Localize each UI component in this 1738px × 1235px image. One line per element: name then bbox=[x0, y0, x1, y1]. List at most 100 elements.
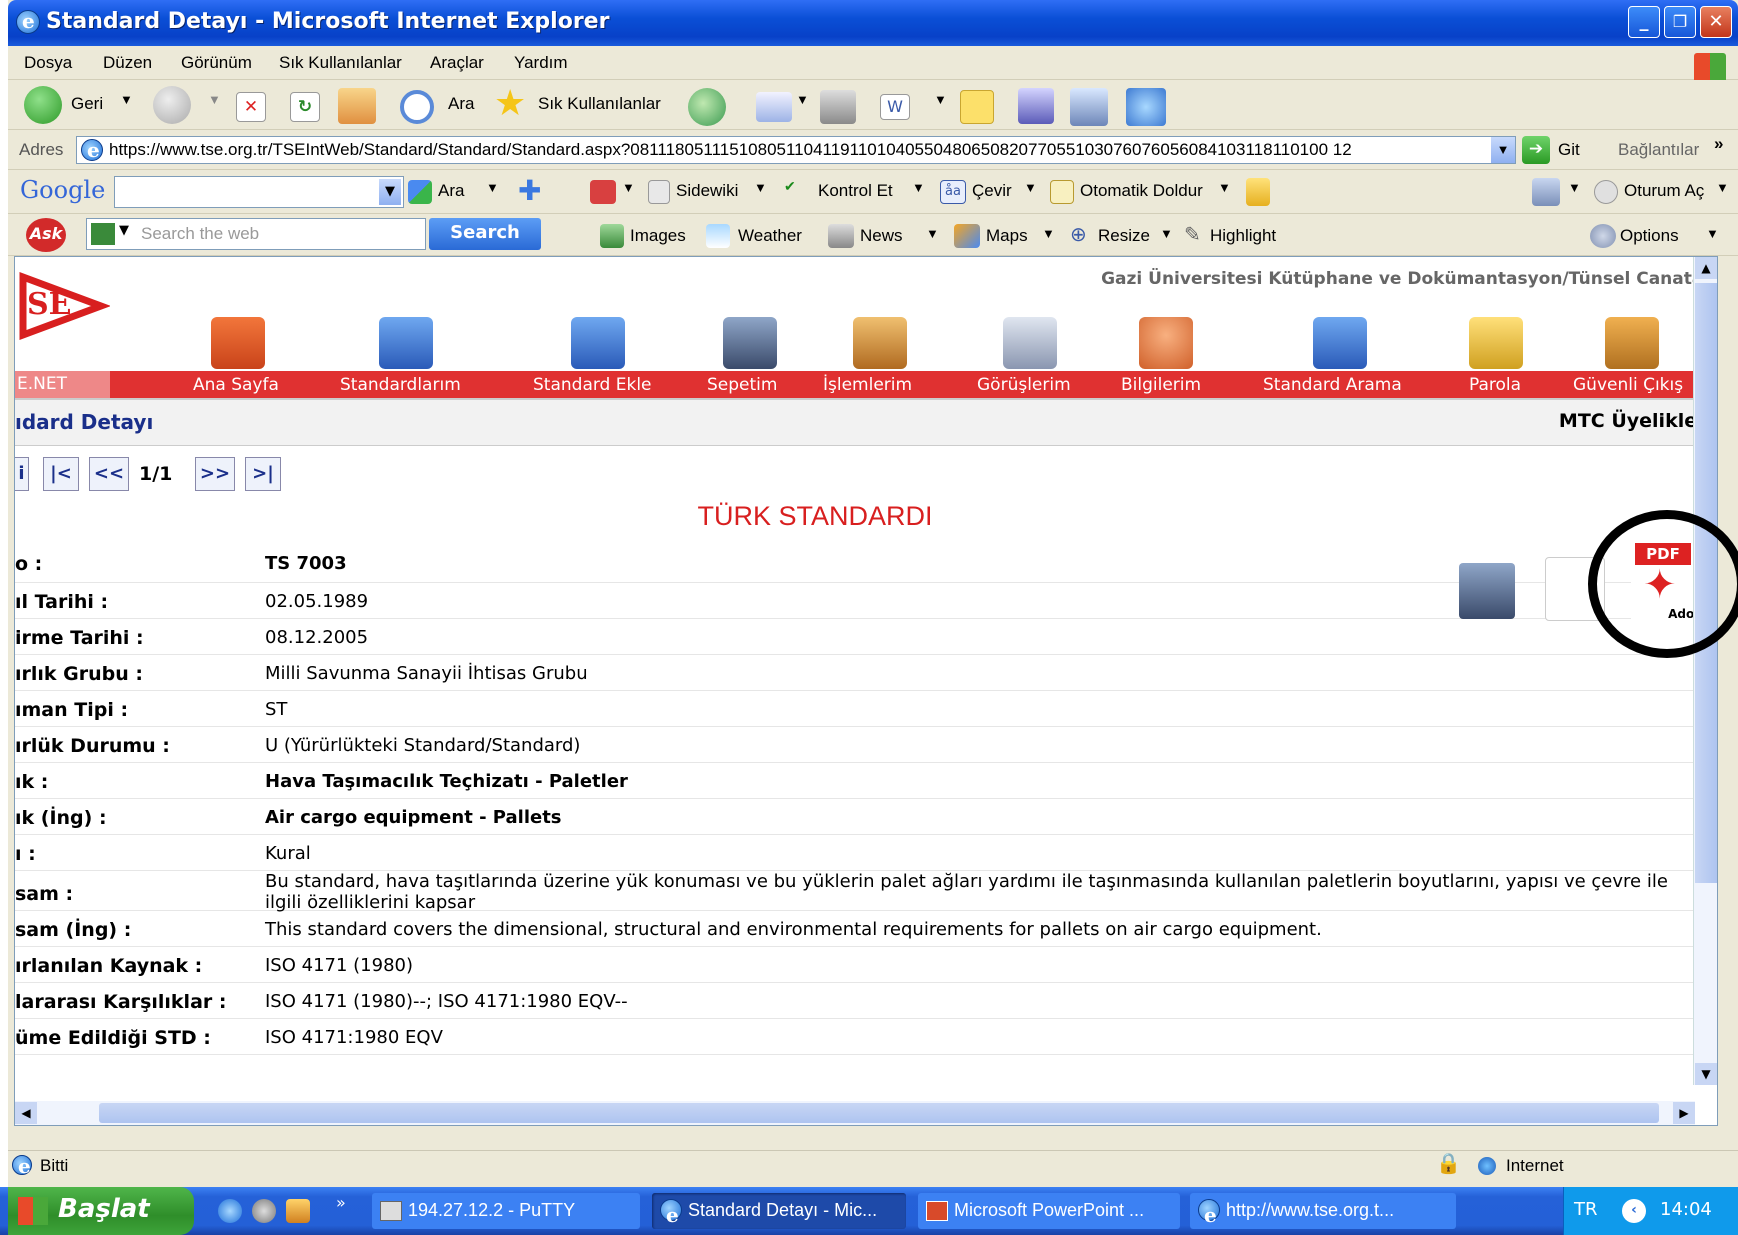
ask-engine-dropdown-icon[interactable]: ▼ bbox=[119, 223, 129, 238]
links-label[interactable]: Bağlantılar bbox=[1618, 140, 1699, 160]
print-icon[interactable] bbox=[820, 90, 856, 124]
news-label[interactable]: News bbox=[860, 226, 903, 246]
horizontal-scrollbar[interactable]: ◀ ▶ bbox=[15, 1101, 1695, 1125]
autofill-label[interactable]: Otomatik Doldur bbox=[1080, 181, 1203, 201]
translate-icon[interactable]: åa bbox=[940, 180, 966, 204]
vertical-scrollbar[interactable]: ▲ ▼ bbox=[1693, 257, 1717, 1085]
discuss-icon[interactable] bbox=[960, 90, 994, 124]
refresh-icon[interactable]: ↻ bbox=[290, 92, 320, 122]
wrench-icon[interactable] bbox=[1532, 178, 1560, 206]
pager-next[interactable]: >> bbox=[195, 457, 235, 491]
tray-expand-icon[interactable]: ‹ bbox=[1622, 1199, 1646, 1223]
nav-my-standards[interactable]: Standardlarım bbox=[340, 375, 461, 395]
resize-icon[interactable]: ⊕ bbox=[1070, 222, 1087, 247]
images-label[interactable]: Images bbox=[630, 226, 686, 246]
pager-prev[interactable]: << bbox=[89, 457, 129, 491]
google-search-input[interactable]: ▼ bbox=[114, 176, 404, 208]
research-icon[interactable] bbox=[1070, 88, 1108, 126]
quicklaunch-ie-icon[interactable] bbox=[218, 1199, 242, 1223]
nav-home[interactable]: Ana Sayfa bbox=[193, 375, 279, 395]
scroll-right-icon[interactable]: ▶ bbox=[1673, 1102, 1695, 1124]
add-to-cart-icon[interactable] bbox=[1459, 563, 1515, 619]
menu-view[interactable]: Görünüm bbox=[181, 53, 252, 73]
go-button[interactable]: Git bbox=[1558, 140, 1580, 160]
sidewiki-icon[interactable] bbox=[648, 180, 670, 204]
task-putty[interactable]: 194.27.12.2 - PuTTY bbox=[372, 1193, 640, 1229]
cart-icon[interactable] bbox=[723, 317, 777, 369]
menu-help[interactable]: Yardım bbox=[514, 53, 568, 73]
task-powerpoint[interactable]: Microsoft PowerPoint ... bbox=[918, 1193, 1180, 1229]
quicklaunch-app-icon[interactable] bbox=[286, 1199, 310, 1223]
back-dropdown-icon[interactable]: ▼ bbox=[120, 92, 133, 107]
word-edit-icon[interactable]: W bbox=[880, 94, 910, 120]
translate-dropdown-icon[interactable]: ▼ bbox=[1024, 180, 1037, 195]
menu-favorites[interactable]: Sık Kullanılanlar bbox=[279, 53, 402, 73]
nav-secure-logout[interactable]: Güvenli Çıkış bbox=[1573, 375, 1683, 395]
maps-icon[interactable] bbox=[954, 224, 980, 248]
home-icon[interactable] bbox=[338, 88, 376, 124]
close-button[interactable]: ✕ bbox=[1700, 6, 1732, 38]
history-icon[interactable] bbox=[688, 88, 726, 126]
scroll-down-icon[interactable]: ▼ bbox=[1695, 1063, 1717, 1085]
pager-first[interactable]: |< bbox=[43, 457, 79, 491]
pager-partial[interactable]: i bbox=[15, 457, 29, 491]
address-url[interactable]: https://www.tse.org.tr/TSEIntWeb/Standar… bbox=[109, 140, 1352, 160]
spellcheck-dropdown-icon[interactable]: ▼ bbox=[912, 180, 925, 195]
settings-dropdown-icon[interactable]: ▼ bbox=[1568, 180, 1581, 195]
binoculars-icon[interactable] bbox=[1313, 317, 1367, 369]
google-search-label[interactable]: Ara bbox=[438, 181, 464, 201]
scroll-up-icon[interactable]: ▲ bbox=[1695, 257, 1717, 279]
search-icon[interactable] bbox=[400, 90, 434, 124]
nav-add-standard[interactable]: Standard Ekle bbox=[533, 375, 652, 395]
options-label[interactable]: Options bbox=[1620, 226, 1679, 246]
menu-file[interactable]: Dosya bbox=[24, 53, 72, 73]
signin-icon[interactable] bbox=[1594, 180, 1618, 204]
maps-dropdown-icon[interactable]: ▼ bbox=[1042, 226, 1055, 241]
highlight-label[interactable]: Highlight bbox=[1210, 226, 1276, 246]
resize-label[interactable]: Resize bbox=[1098, 226, 1150, 246]
maps-label[interactable]: Maps bbox=[986, 226, 1028, 246]
sidewiki-dropdown-icon[interactable]: ▼ bbox=[754, 180, 767, 195]
mail-icon[interactable] bbox=[756, 92, 792, 122]
spellcheck-icon[interactable]: ✔ bbox=[784, 178, 796, 195]
ask-search-button[interactable]: Search bbox=[429, 218, 541, 250]
nav-cart[interactable]: Sepetim bbox=[707, 375, 777, 395]
menu-edit[interactable]: Düzen bbox=[103, 53, 152, 73]
popup-blocker-icon[interactable] bbox=[590, 180, 616, 204]
google-dropdown-icon[interactable]: ▼ bbox=[379, 179, 401, 205]
key-icon[interactable] bbox=[1469, 317, 1523, 369]
google-search-icon[interactable] bbox=[408, 180, 432, 204]
messenger-icon[interactable] bbox=[1018, 88, 1054, 124]
sidewiki-label[interactable]: Sidewiki bbox=[676, 181, 738, 201]
search-label[interactable]: Ara bbox=[448, 94, 474, 114]
popup-dropdown-icon[interactable]: ▼ bbox=[622, 180, 635, 195]
autofill-dropdown-icon[interactable]: ▼ bbox=[1218, 180, 1231, 195]
title-bar[interactable]: Standard Detayı - Microsoft Internet Exp… bbox=[8, 0, 1738, 46]
start-button[interactable]: Başlat bbox=[8, 1187, 194, 1235]
contacts-icon[interactable] bbox=[1126, 88, 1166, 126]
menu-tools[interactable]: Araçlar bbox=[430, 53, 484, 73]
mail-dropdown-icon[interactable]: ▼ bbox=[796, 92, 809, 107]
task-ie-2[interactable]: http://www.tse.org.t... bbox=[1190, 1193, 1456, 1229]
options-dropdown-icon[interactable]: ▼ bbox=[1706, 226, 1719, 241]
home-nav-icon[interactable] bbox=[211, 317, 265, 369]
exit-door-icon[interactable] bbox=[1605, 317, 1659, 369]
language-indicator[interactable]: TR bbox=[1574, 1199, 1598, 1220]
user-icon[interactable] bbox=[1139, 317, 1193, 369]
book-icon[interactable] bbox=[379, 317, 433, 369]
links-more[interactable]: » bbox=[1714, 134, 1723, 154]
autofill-icon[interactable] bbox=[1050, 180, 1074, 204]
ask-search-input[interactable]: ▼ Search the web bbox=[86, 218, 426, 250]
quicklaunch-overflow[interactable]: » bbox=[336, 1193, 346, 1212]
news-icon[interactable] bbox=[828, 224, 854, 248]
address-dropdown-icon[interactable]: ▼ bbox=[1491, 137, 1515, 163]
minimize-button[interactable]: _ bbox=[1628, 6, 1660, 38]
highlighter-icon[interactable] bbox=[1246, 178, 1270, 206]
notepad-icon[interactable] bbox=[1003, 317, 1057, 369]
back-arrow-icon[interactable] bbox=[24, 86, 62, 124]
weather-icon[interactable] bbox=[706, 224, 730, 248]
scroll-left-icon[interactable]: ◀ bbox=[15, 1102, 37, 1124]
signin-dropdown-icon[interactable]: ▼ bbox=[1716, 180, 1729, 195]
stop-icon[interactable]: ✕ bbox=[236, 92, 266, 122]
ask-engine-icon[interactable] bbox=[91, 223, 115, 245]
